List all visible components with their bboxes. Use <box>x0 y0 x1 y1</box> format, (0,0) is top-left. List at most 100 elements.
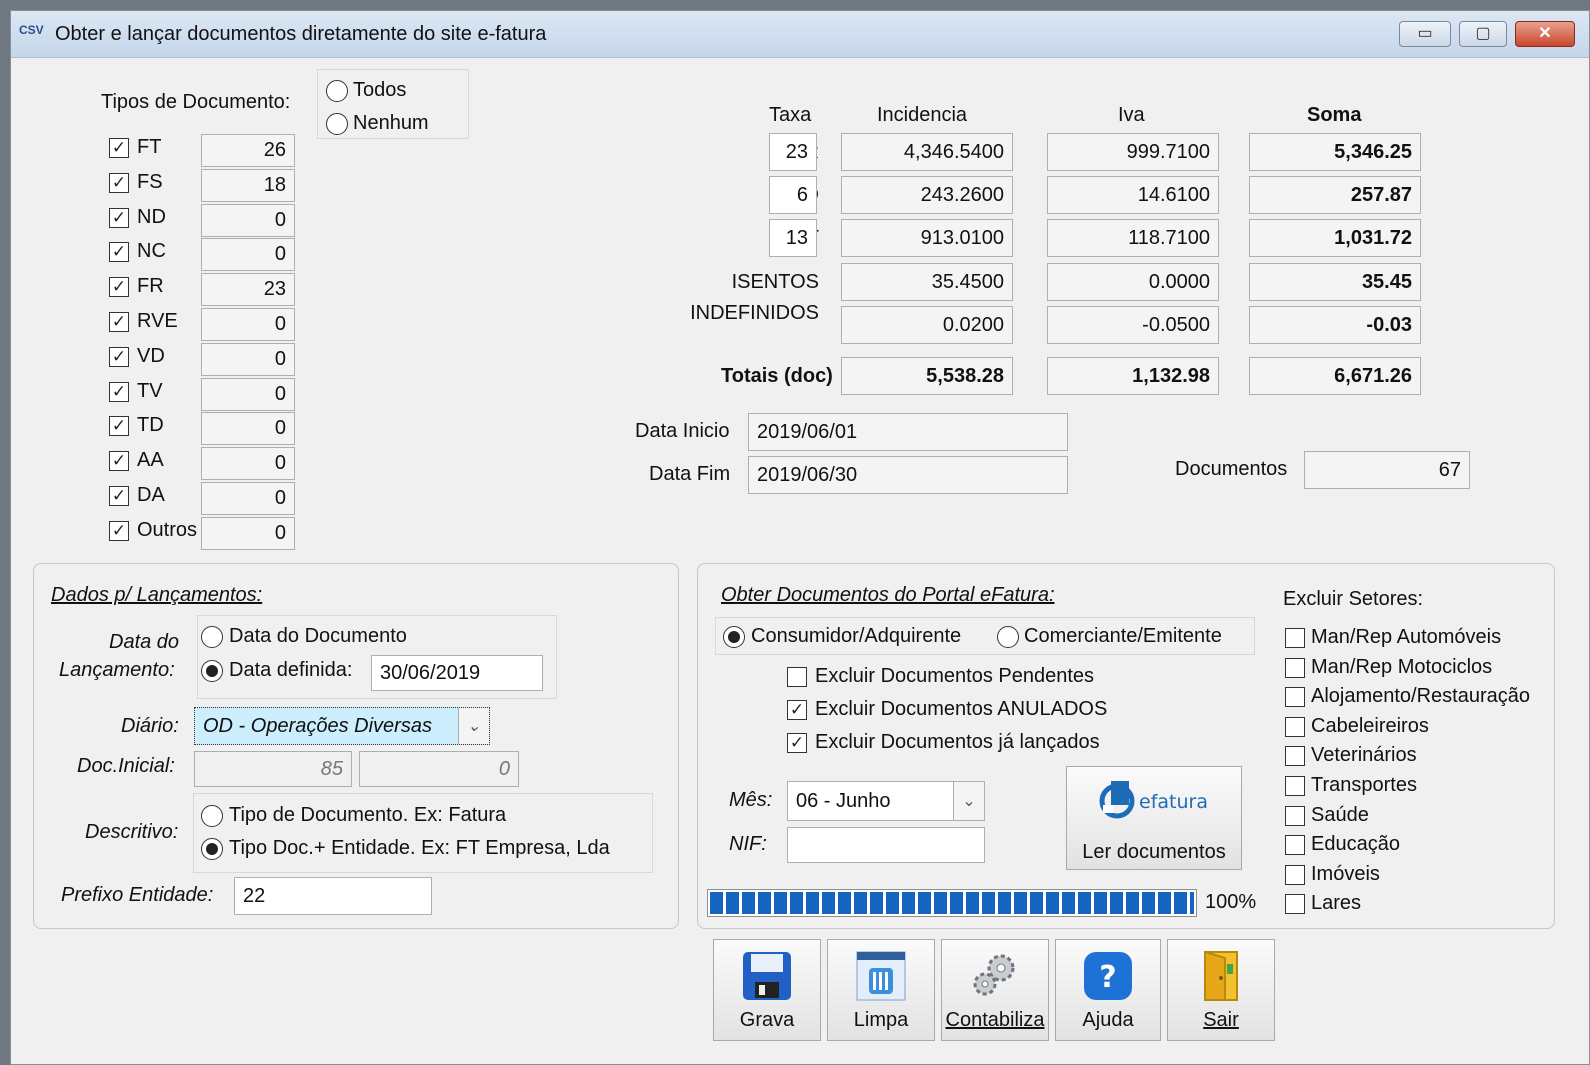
data-inicio-label: Data Inicio <box>635 420 730 442</box>
header-soma: Soma <box>1307 104 1362 126</box>
doc-type-label: FS <box>137 170 163 193</box>
nif-field[interactable] <box>787 827 985 863</box>
documentos-label: Documentos <box>1175 458 1288 480</box>
soma-field: -0.03 <box>1249 306 1421 344</box>
data-definida-field[interactable]: 30/06/2019 <box>371 655 543 691</box>
comerciante-label: Comerciante/Emitente <box>1024 625 1222 647</box>
doc-type-label: TV <box>137 379 163 402</box>
iva-field: -0.0500 <box>1047 306 1219 344</box>
grava-label: Grava <box>739 1009 795 1031</box>
nenhum-radio[interactable] <box>326 113 348 135</box>
excluir-lancados-checkbox[interactable]: ✓ <box>787 733 807 753</box>
data-inicio-field[interactable]: 2019/06/01 <box>748 413 1068 451</box>
prefixo-entidade-field[interactable]: 22 <box>234 877 432 915</box>
doc-type-count: 0 <box>201 377 295 411</box>
progress-bar <box>707 889 1197 917</box>
consumidor-radio[interactable] <box>723 626 745 648</box>
todos-radio[interactable] <box>326 80 348 102</box>
taxa-field[interactable]: 13 <box>769 219 817 257</box>
doc-type-checkbox[interactable]: ✓ <box>109 416 129 437</box>
doc-type-checkbox[interactable]: ✓ <box>109 242 129 263</box>
incidencia-field: 4,346.5400 <box>841 133 1013 171</box>
chevron-down-icon[interactable]: ⌄ <box>953 782 984 820</box>
setor-checkbox[interactable] <box>1285 776 1305 796</box>
excluir-anulados-checkbox[interactable]: ✓ <box>787 700 807 720</box>
doc-type-checkbox[interactable]: ✓ <box>109 346 129 367</box>
doc-type-count: 0 <box>201 342 295 376</box>
descritivo-label: Descritivo: <box>85 821 179 843</box>
doc-type-checkbox[interactable]: ✓ <box>109 312 129 332</box>
taxa-field[interactable]: 23 <box>769 133 817 171</box>
setor-checkbox[interactable] <box>1285 835 1305 856</box>
doc-type-checkbox[interactable]: ✓ <box>109 451 129 472</box>
totals-iva: 1,132.98 <box>1047 357 1219 395</box>
mes-select[interactable]: 06 - Junho ⌄ <box>787 781 985 821</box>
setor-checkbox[interactable] <box>1285 628 1305 648</box>
data-documento-label: Data do Documento <box>229 625 407 647</box>
setor-label: Saúde <box>1311 803 1369 826</box>
setor-checkbox[interactable] <box>1285 687 1305 708</box>
setor-checkbox[interactable] <box>1285 716 1305 737</box>
close-button[interactable]: ✕ <box>1515 21 1575 47</box>
clear-icon <box>856 951 906 1001</box>
help-icon: ? <box>1084 952 1132 1000</box>
doc-type-checkbox[interactable]: ✓ <box>109 138 129 158</box>
grava-button[interactable]: Grava <box>713 939 821 1041</box>
main-window: CSV Obter e lançar documentos diretament… <box>10 10 1590 1065</box>
consumidor-label: Consumidor/Adquirente <box>751 625 962 647</box>
excluir-anulados-label: Excluir Documentos ANULADOS <box>815 698 1108 720</box>
data-definida-radio[interactable] <box>201 660 223 682</box>
desc-tipo-entidade-radio[interactable] <box>201 838 223 860</box>
incidencia-field: 913.0100 <box>841 219 1013 257</box>
desc-tipo-documento-radio[interactable] <box>201 805 223 827</box>
doc-type-count: 23 <box>201 273 295 307</box>
doc-type-count: 26 <box>201 134 295 167</box>
comerciante-radio[interactable] <box>997 626 1019 648</box>
data-fim-field[interactable]: 2019/06/30 <box>748 456 1068 494</box>
mes-value: 06 - Junho <box>796 789 891 812</box>
maximize-button[interactable]: ▢ <box>1459 21 1507 47</box>
doc-type-checkbox[interactable]: ✓ <box>109 172 129 193</box>
setor-checkbox[interactable] <box>1285 657 1305 678</box>
doc-inicial-field-1[interactable]: 85 <box>194 751 352 787</box>
doc-type-label: Outros <box>137 518 198 541</box>
desc-tipo-documento-label: Tipo de Documento. Ex: Fatura <box>229 804 507 826</box>
ler-documentos-button[interactable]: efatura Ler documentos <box>1066 766 1242 870</box>
doc-inicial-field-2[interactable]: 0 <box>359 751 519 787</box>
ajuda-button[interactable]: ? Ajuda <box>1055 939 1161 1041</box>
setor-checkbox[interactable] <box>1285 894 1305 915</box>
iva-field: 999.7100 <box>1047 133 1219 171</box>
data-fim-label: Data Fim <box>649 463 731 485</box>
doc-type-checkbox[interactable]: ✓ <box>109 277 129 298</box>
doc-type-checkbox[interactable]: ✓ <box>109 381 129 402</box>
setor-label: Man/Rep Automóveis <box>1311 626 1502 648</box>
doc-type-count: 0 <box>201 238 295 272</box>
rate-row-label: INDEFINIDOS <box>690 302 819 324</box>
nenhum-label: Nenhum <box>353 112 429 134</box>
setor-checkbox[interactable] <box>1285 746 1305 767</box>
limpa-button[interactable]: Limpa <box>827 939 935 1041</box>
lancamentos-title: Dados p/ Lançamentos: <box>51 584 263 606</box>
chevron-down-icon[interactable]: ⌄ <box>458 708 489 744</box>
contabiliza-button[interactable]: Contabiliza <box>941 939 1049 1041</box>
diario-select[interactable]: OD - Operações Diversas ⌄ <box>194 707 490 745</box>
sair-button[interactable]: Sair <box>1167 939 1275 1041</box>
setor-checkbox[interactable] <box>1285 864 1305 885</box>
excluir-pendentes-checkbox[interactable] <box>787 667 807 687</box>
diario-label: Diário: <box>121 715 179 737</box>
iva-field: 0.0000 <box>1047 263 1219 301</box>
doc-type-checkbox[interactable]: ✓ <box>109 486 129 506</box>
app-icon: CSV <box>19 23 44 37</box>
doc-type-checkbox[interactable]: ✓ <box>109 520 129 541</box>
minimize-button[interactable]: ▭ <box>1399 21 1451 47</box>
doc-type-label: ND <box>137 205 166 228</box>
data-documento-radio[interactable] <box>201 626 223 648</box>
incidencia-field: 243.2600 <box>841 176 1013 214</box>
taxa-field[interactable]: 6 <box>769 176 817 214</box>
efatura-logo-icon <box>1099 781 1135 819</box>
doc-inicial-label: Doc.Inicial: <box>77 755 175 777</box>
desc-tipo-entidade-label: Tipo Doc.+ Entidade. Ex: FT Empresa, Lda <box>229 837 610 859</box>
doc-type-checkbox[interactable]: ✓ <box>109 207 129 228</box>
setor-checkbox[interactable] <box>1285 805 1305 826</box>
doc-type-count: 0 <box>201 412 295 446</box>
